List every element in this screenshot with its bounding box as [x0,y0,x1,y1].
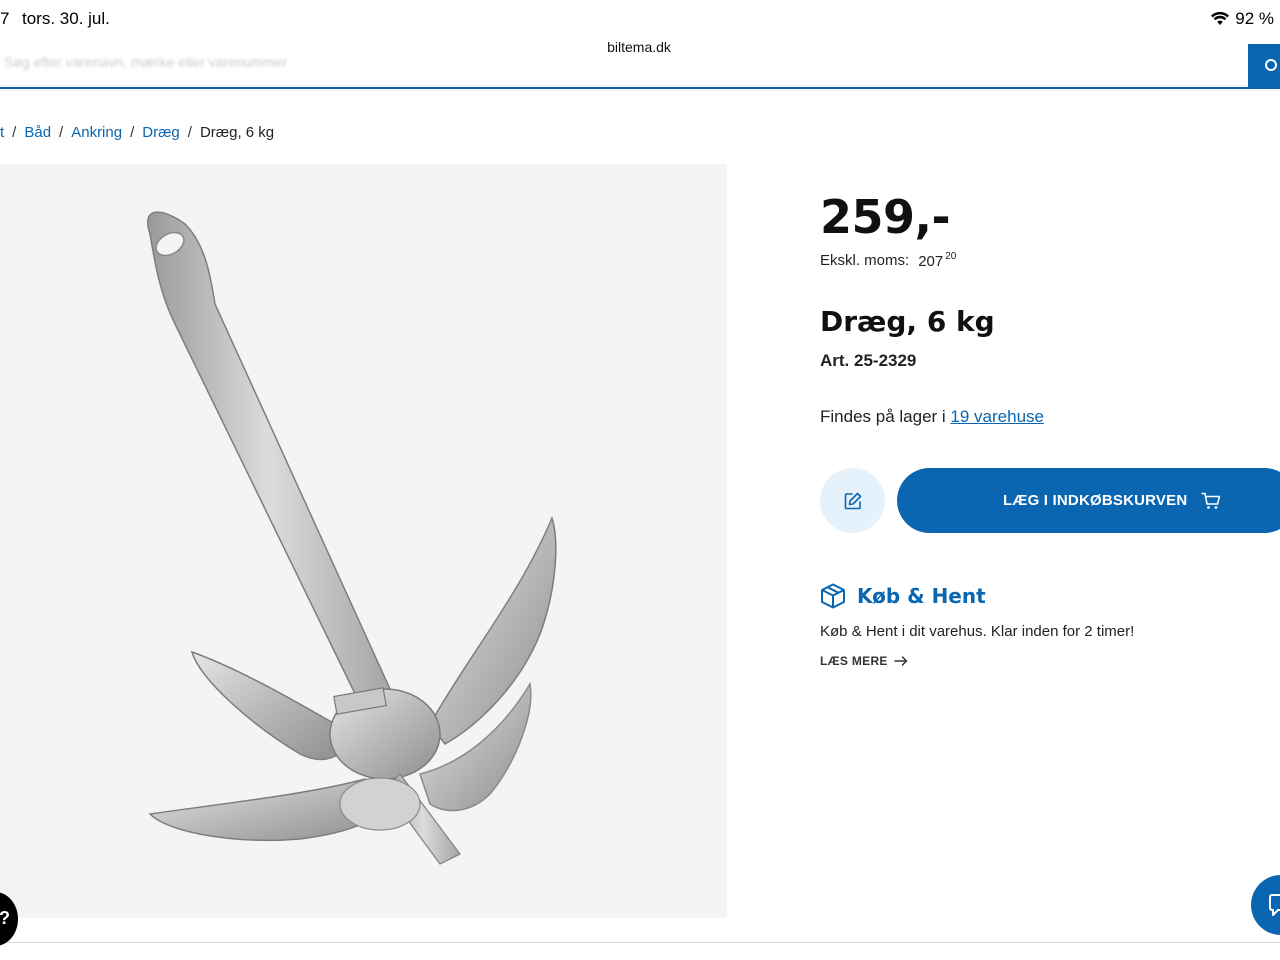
stock-text: Findes på lager i [820,407,946,426]
breadcrumb-item-ankring[interactable]: Ankring [71,124,122,141]
search-button[interactable] [1248,44,1280,89]
read-more-label: LÆS MERE [820,654,888,668]
read-more-link[interactable]: LÆS MERE [820,654,908,668]
section-divider [0,942,1280,943]
breadcrumb-item-draeg[interactable]: Dræg [142,124,180,141]
battery-percent: 92 % [1235,9,1274,28]
ex-vat-amount: 207 [918,253,944,270]
ex-vat-decimals: 20 [945,251,957,262]
status-date: tors. 30. jul. [22,9,110,28]
stock-info: Findes på lager i 19 varehuse [820,407,1044,427]
add-to-list-button[interactable] [820,468,885,533]
url-bar[interactable]: biltema.dk [592,34,686,60]
article-number: Art. 25-2329 [820,351,917,370]
breadcrumb-current: Dræg, 6 kg [199,124,275,141]
product-price: 259,- [820,190,951,244]
edit-note-icon [844,492,861,509]
koeb-hent-header: Køb & Hent [820,583,986,609]
anchor-image [147,211,557,865]
breadcrumb-separator: / [187,124,192,141]
stock-stores-link[interactable]: 19 varehuse [950,407,1044,426]
breadcrumb-separator: / [130,124,135,141]
help-icon: ? [0,908,10,928]
ex-vat-value: 207 20 [918,251,957,270]
package-icon [821,583,845,609]
koeb-hent-text: Køb & Hent i dit varehus. Klar inden for… [820,623,1135,640]
status-right: 92 % [1211,9,1274,29]
breadcrumb-separator: / [59,124,64,141]
breadcrumb: t / Båd / Ankring / Dræg / Dræg, 6 kg [0,124,274,141]
breadcrumb-item-home[interactable]: t [0,124,4,141]
wifi-icon [1211,12,1230,25]
status-time: 7 [0,9,10,28]
add-to-cart-label: LÆG I INDKØBSKURVEN [1003,492,1188,509]
search-input[interactable]: Søg efter varenavn, mærke eller varenumm… [4,54,287,70]
breadcrumb-item-baad[interactable]: Båd [24,124,51,141]
product-image[interactable] [0,164,727,918]
arrow-right-icon [894,656,907,666]
ex-vat-label: Ekskl. moms: [820,252,910,269]
price-ex-vat: Ekskl. moms: 207 20 [820,251,957,270]
add-to-cart-button[interactable]: LÆG I INDKØBSKURVEN [897,468,1280,533]
breadcrumb-separator: / [12,124,17,141]
koeb-hent-title: Køb & Hent [857,584,986,608]
chat-button[interactable] [1251,875,1280,935]
search-icon [1265,59,1277,71]
cart-icon [1201,492,1221,509]
product-title: Dræg, 6 kg [820,305,995,338]
chat-icon [1269,894,1280,916]
status-bar: 7 tors. 30. jul. 92 % [0,0,1280,36]
